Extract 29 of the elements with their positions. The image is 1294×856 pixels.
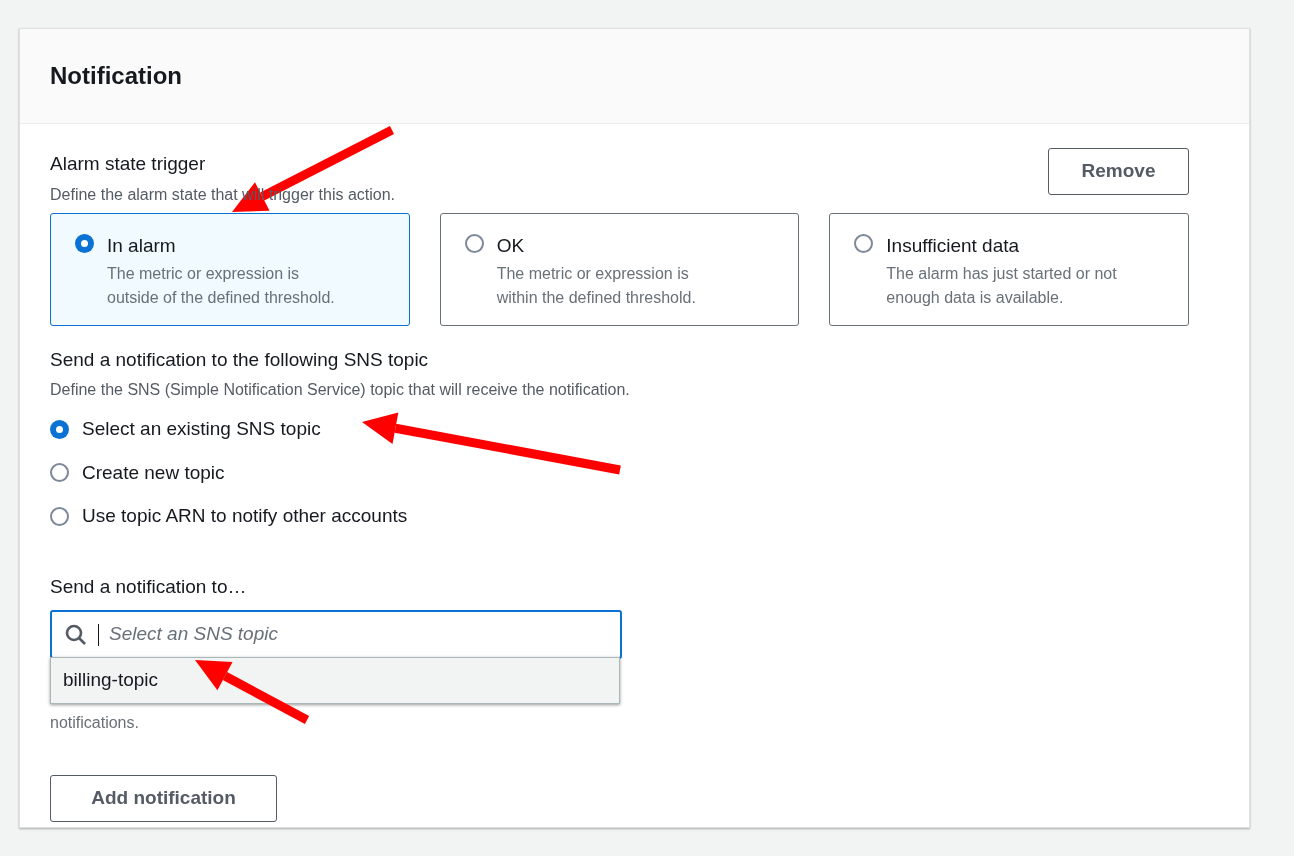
option-description: The metric or expression is outside of the defined threshold. (107, 264, 336, 308)
section-label: Alarm state trigger (50, 152, 207, 176)
option-title: OK (496, 233, 526, 258)
section-label: Send a notification to the following SNS topic (50, 347, 430, 372)
option-title: In alarm (107, 233, 177, 258)
option-title: Insufficient data (886, 233, 1021, 258)
remove-button[interactable]: Remove (1048, 148, 1189, 195)
radio-button[interactable] (50, 463, 69, 483)
radio-label: Use topic ARN to notify other accounts (82, 504, 408, 528)
field-label: Send a notification to… (50, 574, 248, 599)
radio-label: Create new topic (82, 460, 225, 485)
panel-title: Notification (50, 61, 182, 91)
option-description: The metric or expression is within the defined threshold. (496, 264, 697, 308)
alarm-state-option[interactable]: In alarm The metric or expression is outside of the defined threshold. (50, 212, 410, 326)
radio-button[interactable] (464, 233, 484, 253)
field-hint: notifications. (50, 713, 140, 733)
add-notification-button[interactable]: Add notification (50, 775, 277, 822)
radio-label: Select an existing SNS topic (82, 417, 321, 441)
radio-button[interactable] (854, 233, 874, 253)
topic-input[interactable]: Select an SNS topic (109, 620, 608, 649)
alarm-state-option[interactable]: OK The metric or expression is within the defined threshold. (439, 212, 800, 326)
radio-button[interactable] (50, 506, 69, 526)
section-description: Define the SNS (Simple Notification Service) topic that will receive the notification. (50, 380, 631, 400)
radio-button[interactable] (75, 233, 94, 253)
dropdown-option[interactable]: billing-topic (51, 658, 619, 703)
option-description: The alarm has just started or not enough data is available. (886, 264, 1118, 308)
search-icon (64, 622, 88, 647)
alarm-state-option[interactable]: Insufficient data The alarm has just started or not enough data is available. (829, 212, 1189, 326)
radio-button[interactable] (50, 419, 69, 439)
